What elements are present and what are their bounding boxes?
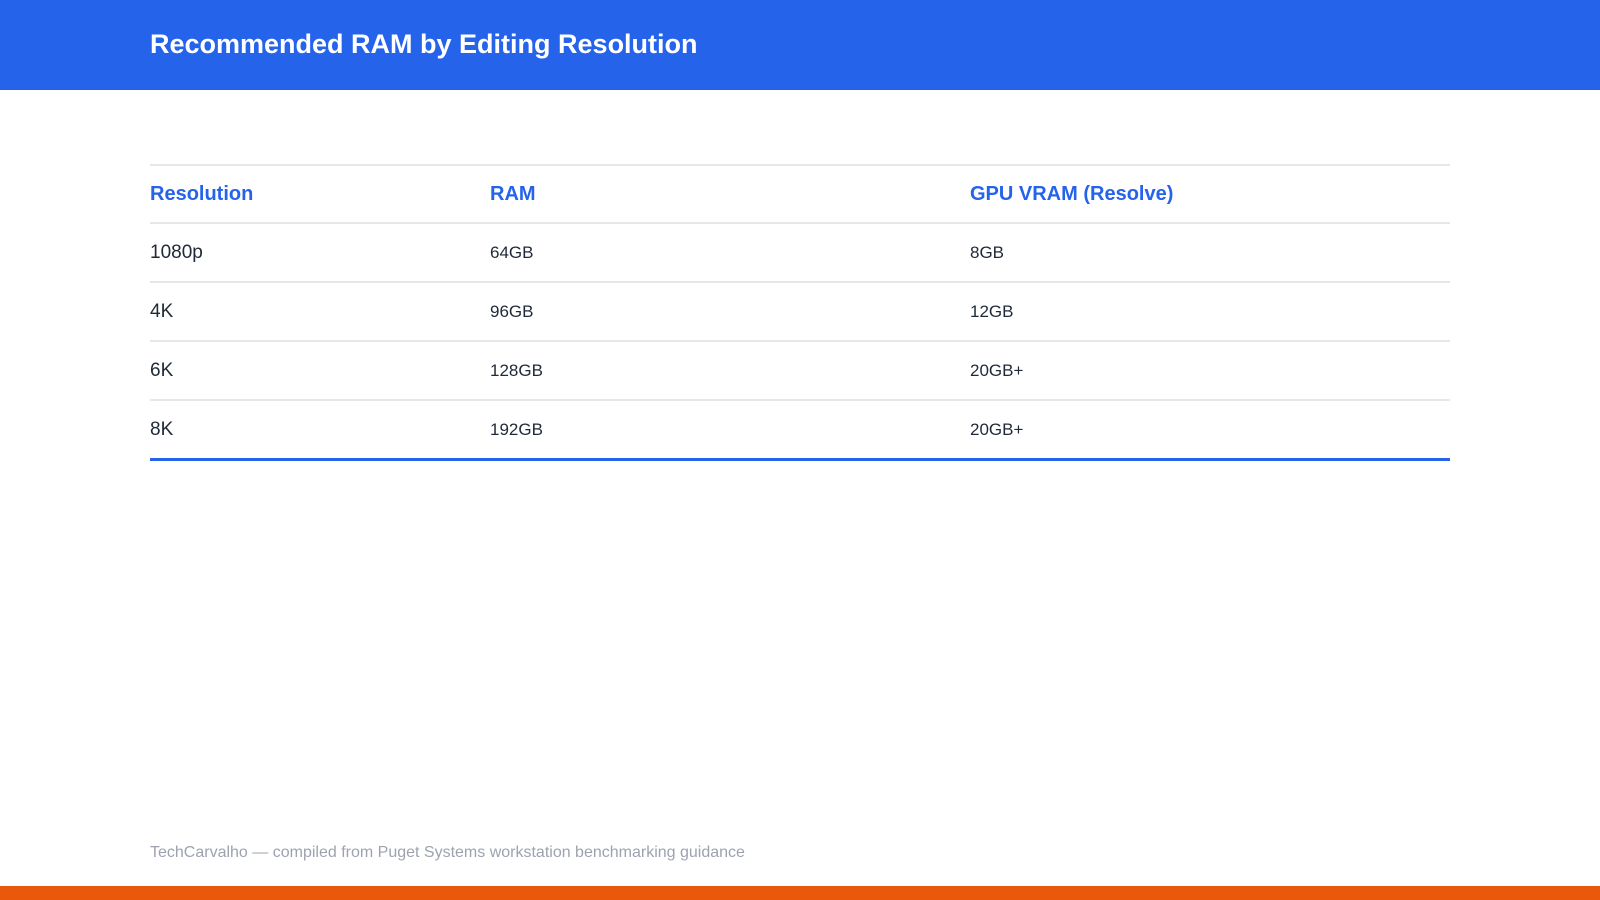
cell-resolution: 8K (150, 399, 490, 460)
column-header-gpu-vram: GPU VRAM (Resolve) (970, 165, 1450, 224)
table-header-row: Resolution RAM GPU VRAM (Resolve) (150, 165, 1450, 224)
page: Recommended RAM by Editing Resolution Re… (0, 0, 1600, 900)
ram-table-container: Resolution RAM GPU VRAM (Resolve) 1080p … (150, 164, 1450, 461)
table-row: 6K 128GB 20GB+ (150, 340, 1450, 400)
table-row: 8K 192GB 20GB+ (150, 399, 1450, 460)
cell-gpu-vram: 20GB+ (970, 399, 1450, 460)
column-header-ram: RAM (490, 165, 970, 224)
table-row: 1080p 64GB 8GB (150, 223, 1450, 282)
footer-accent-bar (0, 886, 1600, 900)
cell-ram: 96GB (490, 281, 970, 341)
cell-resolution: 4K (150, 281, 490, 341)
cell-ram: 128GB (490, 340, 970, 400)
cell-gpu-vram: 8GB (970, 242, 1005, 262)
page-title: Recommended RAM by Editing Resolution (150, 29, 698, 59)
cell-resolution: 6K (150, 340, 490, 400)
ram-table: Resolution RAM GPU VRAM (Resolve) 1080p … (150, 164, 1450, 461)
table-row: 4K 96GB 12GB (150, 281, 1450, 341)
cell-gpu-vram: 20GB+ (970, 340, 1450, 400)
source-note: TechCarvalho — compiled from Puget Syste… (150, 844, 745, 861)
column-header-resolution: Resolution (150, 165, 490, 224)
cell-ram: 64GB (490, 242, 534, 262)
cell-resolution: 1080p (150, 241, 203, 263)
cell-ram: 192GB (490, 399, 970, 460)
header-bar: Recommended RAM by Editing Resolution (0, 0, 1600, 90)
cell-gpu-vram: 12GB (970, 281, 1450, 341)
